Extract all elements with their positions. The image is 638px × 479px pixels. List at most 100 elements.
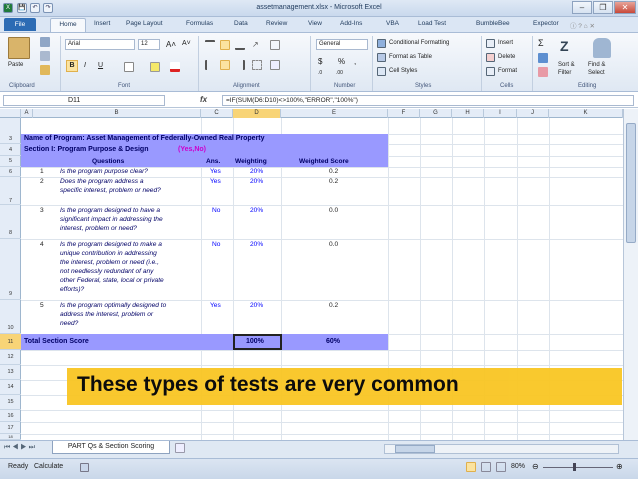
paste-icon[interactable]: [8, 37, 30, 59]
number-format-select[interactable]: General: [316, 39, 368, 50]
fx-icon[interactable]: fx: [200, 95, 207, 104]
vertical-scrollbar[interactable]: [623, 109, 638, 440]
answer-cell[interactable]: Yes: [210, 302, 221, 310]
tab-view[interactable]: View: [308, 20, 322, 27]
row-header[interactable]: 7: [0, 177, 21, 205]
zoom-in-button[interactable]: ⊕: [616, 462, 623, 471]
clear-icon[interactable]: [538, 67, 548, 77]
row-header[interactable]: 9: [0, 239, 21, 300]
tab-bumblebee[interactable]: BumbleBee: [476, 20, 510, 27]
row-header[interactable]: 10: [0, 300, 21, 334]
formula-input[interactable]: =IF(SUM(D6:D10)<>100%,"ERROR","100%"): [222, 95, 634, 106]
sheet-tab[interactable]: PART Qs & Section Scoring: [52, 441, 170, 454]
row-header[interactable]: 11: [0, 334, 21, 350]
tab-load-test[interactable]: Load Test: [418, 20, 446, 27]
column-header[interactable]: D: [233, 109, 281, 118]
delete-button[interactable]: Delete: [498, 54, 515, 60]
select-all-corner[interactable]: [0, 109, 21, 118]
align-center-icon[interactable]: [220, 60, 230, 70]
macro-record-icon[interactable]: [80, 463, 89, 472]
fill-color-icon[interactable]: [150, 62, 160, 72]
merge-center-icon[interactable]: [270, 60, 280, 70]
autosum-button[interactable]: Σ: [538, 38, 544, 48]
row-header[interactable]: 5: [0, 156, 21, 167]
shrink-font-button[interactable]: A˅: [182, 40, 191, 47]
binoculars-icon[interactable]: [593, 38, 611, 58]
currency-button[interactable]: $: [318, 57, 322, 66]
column-header[interactable]: K: [549, 109, 623, 118]
score-cell[interactable]: 0.2: [329, 168, 338, 176]
column-header[interactable]: H: [452, 109, 484, 118]
answer-cell[interactable]: Yes: [210, 168, 221, 176]
row-header[interactable]: 12: [0, 350, 21, 365]
zoom-slider[interactable]: [543, 467, 613, 468]
row-header[interactable]: 3: [0, 134, 21, 144]
answer-cell[interactable]: No: [212, 207, 220, 215]
font-color-icon[interactable]: [170, 62, 180, 72]
copy-icon[interactable]: [40, 51, 50, 61]
score-cell[interactable]: 0.2: [329, 302, 338, 310]
sort-label[interactable]: Sort &: [558, 62, 575, 68]
grow-font-button[interactable]: A˄: [166, 40, 176, 49]
align-bottom-icon[interactable]: [235, 40, 245, 50]
tab-insert[interactable]: Insert: [94, 20, 110, 27]
page-break-view-icon[interactable]: [496, 462, 506, 472]
borders-icon[interactable]: [124, 62, 134, 72]
row-header[interactable]: 16: [0, 410, 21, 422]
zoom-slider-thumb[interactable]: [573, 463, 576, 471]
align-right-icon[interactable]: [235, 60, 245, 70]
close-button[interactable]: ✕: [614, 1, 636, 14]
horizontal-scrollbar[interactable]: [384, 444, 619, 454]
score-cell[interactable]: 0.2: [329, 178, 338, 186]
sort-filter-icon[interactable]: Z: [560, 38, 580, 58]
fill-icon[interactable]: [538, 53, 548, 63]
maximize-button[interactable]: ❐: [593, 1, 613, 14]
column-header[interactable]: G: [420, 109, 452, 118]
cut-icon[interactable]: [40, 37, 50, 47]
bold-button[interactable]: B: [66, 60, 78, 72]
column-header[interactable]: I: [484, 109, 517, 118]
find-label[interactable]: Find &: [588, 62, 605, 68]
cell-styles-button[interactable]: Cell Styles: [389, 68, 417, 74]
weight-cell[interactable]: 20%: [250, 302, 263, 310]
insert-button[interactable]: Insert: [498, 40, 513, 46]
align-left-icon[interactable]: [205, 60, 215, 70]
new-sheet-icon[interactable]: [175, 443, 185, 453]
row-header[interactable]: 13: [0, 365, 21, 380]
tab-expector[interactable]: Expector: [533, 20, 559, 27]
score-cell[interactable]: 0.0: [329, 241, 338, 249]
answer-cell[interactable]: No: [212, 241, 220, 249]
tab-review[interactable]: Review: [266, 20, 287, 27]
select-label[interactable]: Select: [588, 70, 605, 76]
column-header[interactable]: F: [388, 109, 420, 118]
weight-cell[interactable]: 20%: [250, 178, 263, 186]
percent-button[interactable]: %: [338, 57, 345, 66]
h-scroll-thumb[interactable]: [395, 445, 435, 453]
normal-view-icon[interactable]: [466, 462, 476, 472]
format-button[interactable]: Format: [498, 68, 517, 74]
italic-button[interactable]: I: [84, 62, 86, 69]
weight-cell[interactable]: 20%: [250, 168, 263, 176]
tab-home[interactable]: Home: [50, 18, 86, 32]
decrease-decimal-icon[interactable]: .00: [336, 70, 346, 80]
help-icon[interactable]: ⓘ ? ⌂ ✕: [570, 20, 595, 30]
score-cell[interactable]: 0.0: [329, 207, 338, 215]
format-painter-icon[interactable]: [40, 65, 50, 75]
orientation-icon[interactable]: ↗: [252, 40, 262, 50]
minimize-button[interactable]: –: [572, 1, 592, 14]
conditional-formatting-button[interactable]: Conditional Formatting: [389, 40, 449, 46]
status-calculate[interactable]: Calculate: [34, 463, 63, 470]
zoom-out-button[interactable]: ⊖: [532, 462, 539, 471]
indent-icon[interactable]: [252, 60, 262, 70]
total-weight[interactable]: 100%: [246, 338, 264, 346]
align-top-icon[interactable]: [205, 40, 215, 50]
weight-cell[interactable]: 20%: [250, 241, 263, 249]
underline-button[interactable]: U: [98, 62, 103, 69]
total-score[interactable]: 60%: [326, 338, 340, 346]
tab-page-layout[interactable]: Page Layout: [126, 20, 163, 27]
format-as-table-button[interactable]: Format as Table: [389, 54, 432, 60]
tab-formulas[interactable]: Formulas: [186, 20, 213, 27]
tab-file[interactable]: File: [4, 18, 36, 31]
comma-button[interactable]: ,: [354, 57, 356, 66]
font-name-select[interactable]: Arial: [65, 39, 135, 50]
